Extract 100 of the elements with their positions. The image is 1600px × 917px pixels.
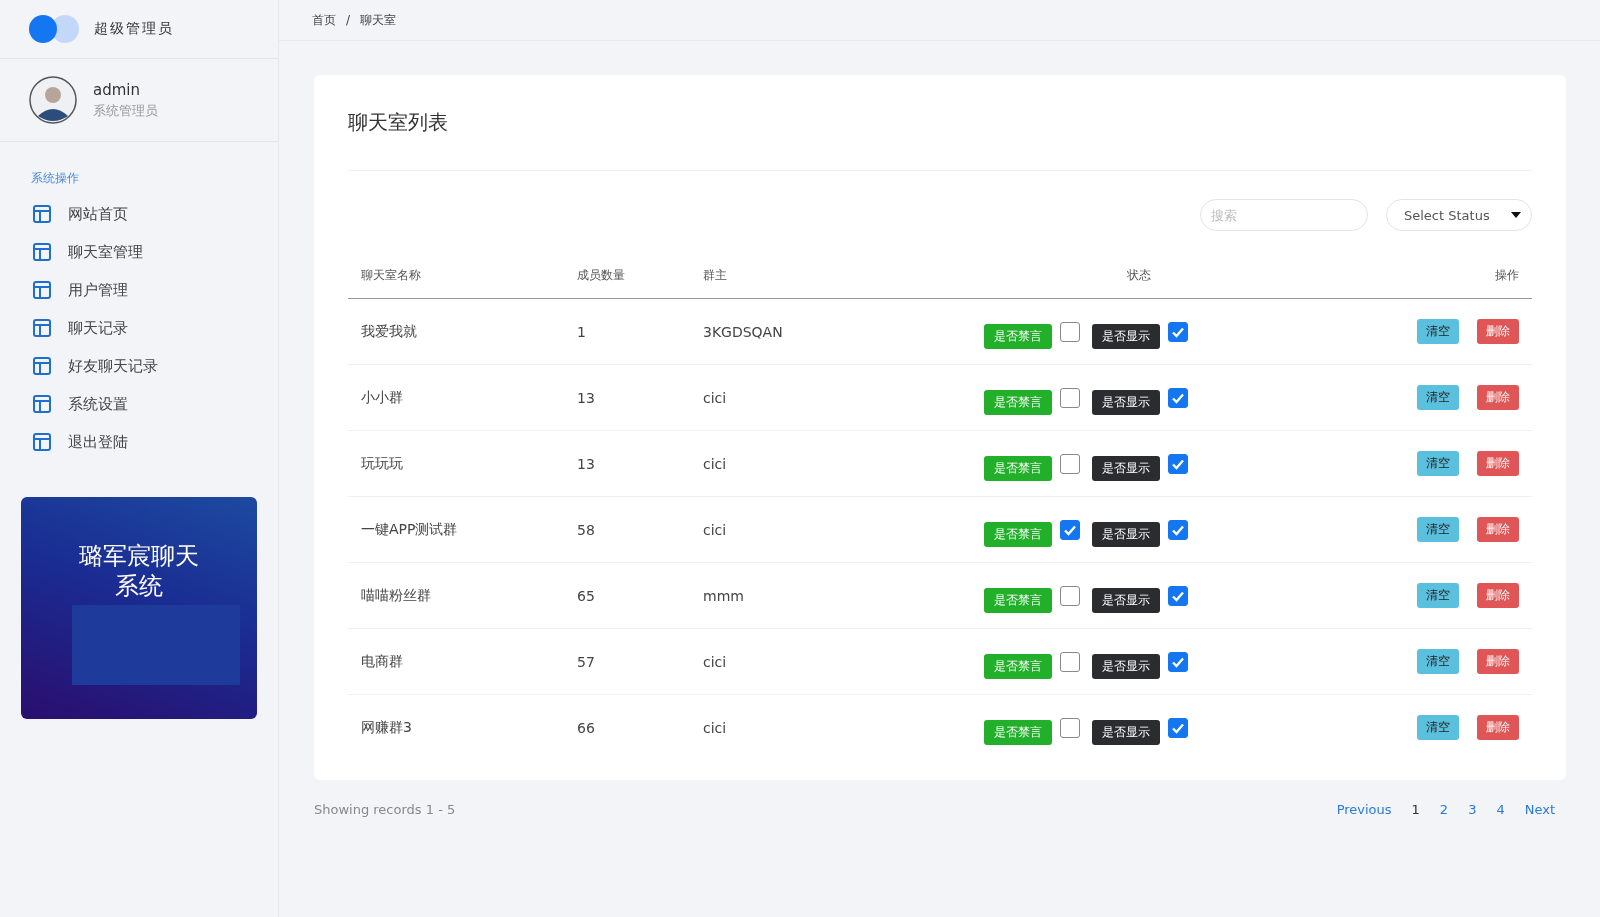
checkbox[interactable] (1059, 453, 1080, 474)
clear-button[interactable]: 清空 (1417, 583, 1459, 608)
breadcrumb-item[interactable]: 首页 (312, 11, 336, 29)
clear-button[interactable]: 清空 (1417, 385, 1459, 410)
mute-label: 是否禁言 (983, 522, 1052, 547)
table-cell: cici (703, 521, 727, 538)
sidebar-item[interactable]: 退出登陆 (0, 423, 278, 461)
breadcrumb-item[interactable]: / (346, 13, 351, 27)
checkbox[interactable] (1059, 651, 1080, 672)
delete-button[interactable]: 删除 (1477, 451, 1519, 476)
sidebar-item[interactable]: 聊天记录 (0, 309, 278, 347)
card-title: 聊天室列表 (348, 105, 1532, 171)
show-label: 是否显示 (1091, 654, 1160, 679)
layout-icon (33, 357, 51, 375)
delete-button[interactable]: 删除 (1477, 319, 1519, 344)
checkbox[interactable] (1167, 519, 1188, 540)
pagination-link[interactable]: 3 (1468, 802, 1477, 817)
table-cell: 66 (577, 719, 595, 736)
mute-label: 是否禁言 (983, 654, 1052, 679)
caret-icon (1511, 212, 1521, 218)
breadcrumb-item[interactable]: 聊天室 (360, 11, 397, 29)
delete-button[interactable]: 删除 (1477, 715, 1519, 740)
table-cell: 我爱我就 (361, 322, 417, 339)
mute-label: 是否禁言 (983, 390, 1052, 415)
column-header: 聊天室名称 (361, 268, 421, 282)
show-label: 是否显示 (1091, 390, 1160, 415)
pagination-link[interactable]: Next (1524, 802, 1555, 817)
table-cell: cici (703, 389, 727, 406)
user-name: admin (93, 80, 141, 99)
clear-button[interactable]: 清空 (1417, 715, 1459, 740)
table-cell: 电商群 (361, 652, 403, 669)
table-cell: 小小群 (361, 388, 403, 405)
section-heading: 系统操作 (30, 170, 80, 187)
delete-button[interactable]: 删除 (1477, 517, 1519, 542)
sidebar-item[interactable]: 聊天室管理 (0, 233, 278, 271)
delete-button[interactable]: 删除 (1477, 385, 1519, 410)
checkbox[interactable] (1167, 585, 1188, 606)
brand-title: 超级管理员 (94, 20, 174, 38)
show-label: 是否显示 (1091, 324, 1160, 349)
records-count: Showing records 1 - 5 (314, 802, 456, 817)
table-cell: mmm (703, 587, 744, 604)
table-cell: 玩玩玩 (361, 454, 403, 471)
user-role: 系统管理员 (93, 101, 158, 120)
delete-button[interactable]: 删除 (1477, 649, 1519, 674)
sidebar-item[interactable]: 网站首页 (0, 195, 278, 233)
table-cell: 65 (577, 587, 595, 604)
table-cell: 3KGDSQAN (703, 323, 783, 340)
table-cell: 网赚群3 (361, 718, 412, 735)
table-cell: cici (703, 455, 727, 472)
table-cell: cici (703, 719, 727, 736)
table-cell: 1 (577, 323, 586, 340)
checkbox[interactable] (1059, 585, 1080, 606)
table-cell: cici (703, 653, 727, 670)
checkbox[interactable] (1167, 387, 1188, 408)
mute-label: 是否禁言 (983, 456, 1052, 481)
checkbox[interactable] (1059, 717, 1080, 738)
layout-icon (33, 433, 51, 451)
column-header: 状态 (1126, 268, 1151, 282)
checkbox[interactable] (1059, 387, 1080, 408)
sidebar-item[interactable]: 用户管理 (0, 271, 278, 309)
show-label: 是否显示 (1091, 720, 1160, 745)
show-label: 是否显示 (1091, 522, 1160, 547)
checkbox[interactable] (1167, 717, 1188, 738)
table-cell: 13 (577, 389, 595, 406)
checkbox[interactable] (1167, 321, 1188, 342)
clear-button[interactable]: 清空 (1417, 517, 1459, 542)
pagination-link[interactable]: Previous (1336, 802, 1392, 817)
checkbox[interactable] (1059, 321, 1080, 342)
checkbox[interactable] (1167, 651, 1188, 672)
layout-icon (33, 281, 51, 299)
promo-title: 璐军宸聊天系统 (78, 541, 200, 601)
column-header: 群主 (703, 268, 727, 282)
pagination-link[interactable]: 1 (1411, 802, 1420, 817)
layout-icon (33, 243, 51, 261)
avatar-icon (29, 76, 77, 124)
clear-button[interactable]: 清空 (1417, 319, 1459, 344)
table-cell: 57 (577, 653, 595, 670)
mute-label: 是否禁言 (983, 720, 1052, 745)
show-label: 是否显示 (1091, 456, 1160, 481)
table-cell: 喵喵粉丝群 (361, 586, 431, 603)
checkbox[interactable] (1059, 519, 1080, 540)
pagination-link[interactable]: 4 (1496, 802, 1505, 817)
pagination-link[interactable]: 2 (1439, 802, 1449, 817)
show-label: 是否显示 (1091, 588, 1160, 613)
table-cell: 13 (577, 455, 595, 472)
sidebar-item[interactable]: 系统设置 (0, 385, 278, 423)
column-header: 成员数量 (577, 268, 625, 282)
clear-button[interactable]: 清空 (1417, 451, 1459, 476)
checkbox[interactable] (1167, 453, 1188, 474)
layout-icon (33, 395, 51, 413)
clear-button[interactable]: 清空 (1417, 649, 1459, 674)
column-header: 操作 (1495, 268, 1519, 282)
sidebar-item[interactable]: 好友聊天记录 (0, 347, 278, 385)
delete-button[interactable]: 删除 (1477, 583, 1519, 608)
layout-icon (33, 205, 51, 223)
table-cell: 58 (577, 521, 595, 538)
layout-icon (33, 319, 51, 337)
mute-label: 是否禁言 (983, 324, 1052, 349)
logo-icon (29, 15, 79, 43)
search-field[interactable]: 搜索 (1200, 199, 1368, 231)
